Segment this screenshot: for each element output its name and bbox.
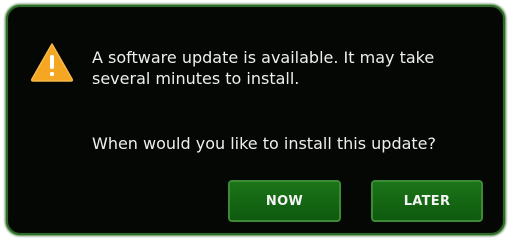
update-message: A software update is available. It may t… <box>92 48 435 88</box>
install-question: When would you like to install this upda… <box>92 134 437 153</box>
now-button[interactable]: NOW <box>228 180 341 222</box>
update-dialog: A software update is available. It may t… <box>6 5 505 235</box>
later-button[interactable]: LATER <box>371 180 483 222</box>
warning-icon <box>30 42 74 82</box>
